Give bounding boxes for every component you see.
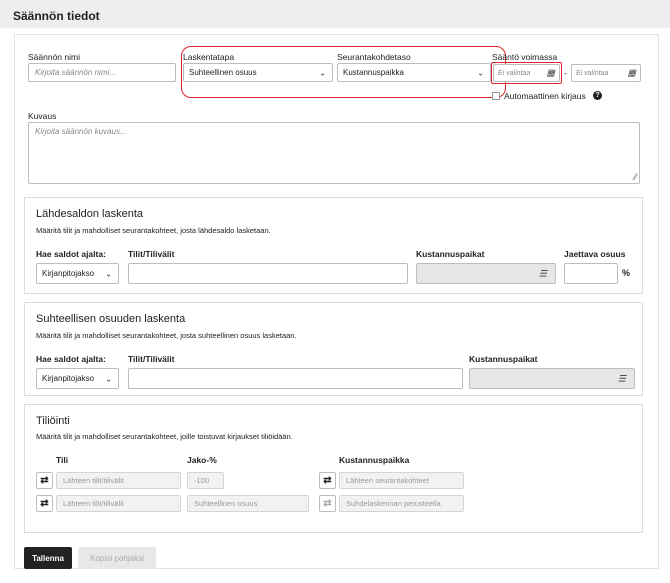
swap-icon: ⇄ xyxy=(319,495,336,512)
calc-method-select[interactable]: Suhteellinen osuus ⌄ xyxy=(183,63,333,82)
calc-method-label: Laskentatapa xyxy=(183,52,235,62)
posting-description: Määritä tilit ja mahdolliset seurantakoh… xyxy=(36,432,293,441)
chevron-down-icon: ⌄ xyxy=(319,68,326,77)
tracking-level-label: Seurantakohdetaso xyxy=(337,52,411,62)
relative-share-section: Suhteellisen osuuden laskenta Määritä ti… xyxy=(24,302,643,396)
swap-icon[interactable]: ⇄ xyxy=(319,472,336,489)
description-textarea[interactable]: Kirjoita säännön kuvaus... ⁄⁄ xyxy=(28,122,640,184)
source-balance-section: Lähdesaldon laskenta Määritä tilit ja ma… xyxy=(24,197,643,294)
relative-share-title: Suhteellisen osuuden laskenta xyxy=(36,313,186,325)
page-title: Säännön tiedot xyxy=(13,9,100,23)
rule-details-card: Säännön nimi Kirjoita säännön nimi... La… xyxy=(14,34,659,569)
valid-to-placeholder: Ei valintaa xyxy=(576,69,609,77)
copy-template-button[interactable]: Kopioi pohjaksi xyxy=(78,547,156,569)
relative-accounts-label: Tilit/Tilivälit xyxy=(128,354,175,364)
source-cost-centers-input[interactable]: ☰ xyxy=(416,263,556,284)
auto-entry-checkbox[interactable] xyxy=(492,92,500,100)
source-fetch-value: Kirjanpitojakso xyxy=(42,269,95,278)
title-bar: Säännön tiedot xyxy=(0,0,670,28)
help-icon[interactable]: ? xyxy=(593,91,602,100)
source-fetch-select[interactable]: Kirjanpitojakso ⌄ xyxy=(36,263,119,284)
validity-dash: - xyxy=(564,68,567,78)
list-icon[interactable]: ☰ xyxy=(618,373,626,384)
posting-row1-share: -100 xyxy=(187,472,224,489)
posting-title: Tiliöinti xyxy=(36,415,70,427)
share-input[interactable] xyxy=(564,263,618,284)
description-placeholder: Kirjoita säännön kuvaus... xyxy=(35,127,127,136)
save-button[interactable]: Tallenna xyxy=(24,547,72,569)
share-label: Jaettava osuus xyxy=(564,249,626,259)
source-balance-title: Lähdesaldon laskenta xyxy=(36,208,144,220)
posting-row1-account: Lähteen tilit/tilivälit xyxy=(56,472,181,489)
relative-share-description: Määritä tilit ja mahdolliset seurantakoh… xyxy=(36,331,297,340)
tracking-level-value: Kustannuspaikka xyxy=(343,68,404,77)
relative-cost-centers-label: Kustannuspaikat xyxy=(469,354,538,364)
valid-from-placeholder: Ei valintaa xyxy=(498,69,531,77)
relative-accounts-input[interactable] xyxy=(128,368,463,389)
relative-cost-centers-input[interactable]: ☰ xyxy=(469,368,635,389)
col-account-header: Tili xyxy=(56,455,69,465)
calc-method-value: Suhteellinen osuus xyxy=(189,68,257,77)
posting-row2-cost-center: Suhdelaskennan perusteella xyxy=(339,495,464,512)
swap-icon[interactable]: ⇄ xyxy=(36,495,53,512)
swap-icon[interactable]: ⇄ xyxy=(36,472,53,489)
col-cost-center-header: Kustannuspaikka xyxy=(339,455,410,465)
calendar-icon[interactable]: ▦ xyxy=(546,68,555,79)
valid-to-input[interactable]: Ei valintaa ▦ xyxy=(571,64,641,82)
auto-entry-label: Automaattinen kirjaus xyxy=(504,91,586,101)
source-cost-centers-label: Kustannuspaikat xyxy=(416,249,485,259)
posting-row1-cost-center: Lähteen seurantakohteet xyxy=(339,472,464,489)
rule-name-input[interactable]: Kirjoita säännön nimi... xyxy=(28,63,176,82)
posting-row2-account: Lähteen tilit/tilivälit xyxy=(56,495,181,512)
calendar-icon[interactable]: ▦ xyxy=(627,68,636,79)
chevron-down-icon: ⌄ xyxy=(105,374,112,383)
tracking-level-select[interactable]: Kustannuspaikka ⌄ xyxy=(337,63,491,82)
validity-label: Sääntö voimassa xyxy=(492,52,558,62)
resize-handle-icon[interactable]: ⁄⁄ xyxy=(634,172,637,182)
source-fetch-label: Hae saldot ajalta: xyxy=(36,249,106,259)
posting-row2-share: Suhteellinen osuus xyxy=(187,495,309,512)
valid-from-input[interactable]: Ei valintaa ▦ xyxy=(493,64,560,82)
percent-unit: % xyxy=(622,268,631,278)
source-balance-description: Määritä tilit ja mahdolliset seurantakoh… xyxy=(36,226,271,235)
source-accounts-label: Tilit/Tilivälit xyxy=(128,249,175,259)
col-share-header: Jako-% xyxy=(187,455,217,465)
source-accounts-input[interactable] xyxy=(128,263,408,284)
relative-fetch-select[interactable]: Kirjanpitojakso ⌄ xyxy=(36,368,119,389)
rule-name-label: Säännön nimi xyxy=(28,52,80,62)
description-label: Kuvaus xyxy=(28,111,57,121)
relative-fetch-label: Hae saldot ajalta: xyxy=(36,354,106,364)
posting-section: Tiliöinti Määritä tilit ja mahdolliset s… xyxy=(24,404,643,533)
chevron-down-icon: ⌄ xyxy=(477,68,484,77)
chevron-down-icon: ⌄ xyxy=(105,269,112,278)
relative-fetch-value: Kirjanpitojakso xyxy=(42,374,95,383)
list-icon[interactable]: ☰ xyxy=(539,268,547,279)
